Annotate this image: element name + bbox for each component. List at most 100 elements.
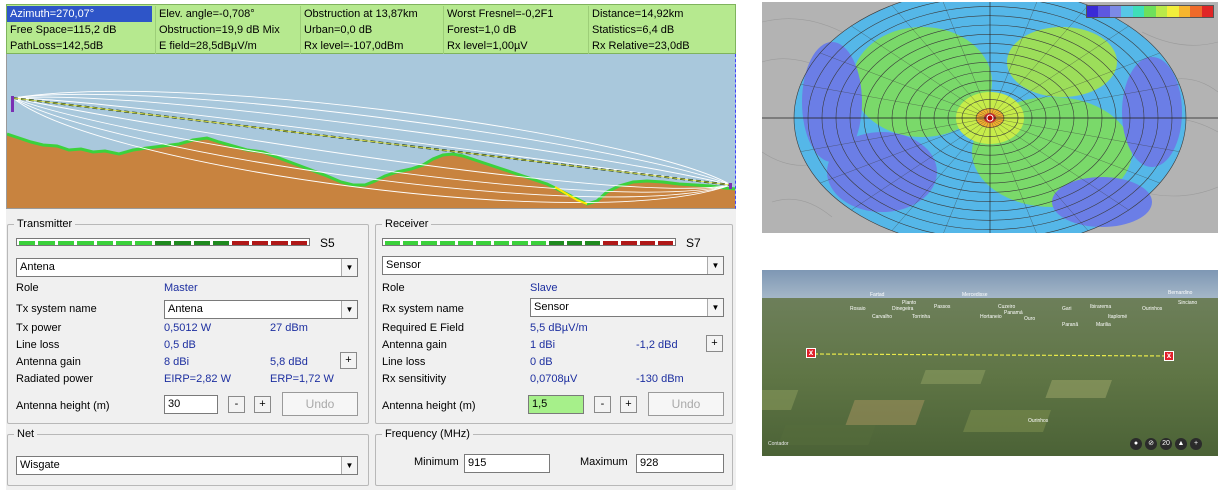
signal-segment [603,241,619,245]
frequency-legend: Frequency (MHz) [385,428,470,440]
tx-role-label: Role [16,282,39,294]
rx-sensitivity-dbm: -130 dBm [636,373,684,385]
rx-gain-dbd: -1,2 dBd [636,339,678,351]
terrain-3d-view[interactable]: Fartad Mercedisse Planto Rosaio Dinegeira Pas… [762,270,1218,456]
city-label: Marilia [1096,322,1111,328]
city-label: Itaplomé [1108,314,1128,320]
tx-antenna-mast [11,96,14,112]
rx-height-plus-button[interactable]: + [620,396,637,413]
rx-height-input[interactable]: 1,5 [528,395,584,414]
tx-height-input[interactable]: 30 [164,395,218,414]
legend-swatch [1121,6,1133,17]
chevron-down-icon[interactable]: ▼ [341,457,357,474]
chevron-down-icon[interactable]: ▼ [707,257,723,274]
elevation-profile[interactable] [6,54,736,209]
legend-swatch [1178,6,1191,17]
legend-swatch [1155,6,1168,17]
rx-role-value: Slave [530,282,558,294]
rx-signal-label: S7 [686,236,701,250]
azimuth-readout[interactable]: Azimuth=270,07° [7,6,152,22]
signal-segment [174,241,191,245]
signal-segment [657,241,673,245]
legend-swatch [1167,6,1179,17]
signal-segment [193,241,211,245]
tx-line-loss-label: Line loss [16,339,60,351]
zoom-level[interactable]: 20 [1160,438,1172,450]
signal-segment [548,241,564,245]
city-label: Torrinha [912,314,931,320]
signal-segment [96,241,114,245]
tx-system-select[interactable]: Antena ▼ [164,300,358,319]
tilt-icon[interactable]: ▲ [1175,438,1187,450]
city-label: Ourinhos [1142,306,1163,312]
rx-level-dbm-readout: Rx level=-107,0dBm [300,38,443,54]
net-select[interactable]: Wisgate ▼ [16,456,358,475]
sky [762,270,1218,300]
add-icon[interactable]: + [1190,438,1202,450]
signal-segment [530,241,546,245]
signal-segment [494,241,510,245]
distance-readout: Distance=14,92km [588,6,737,22]
statistics-readout: Statistics=6,4 dB [588,22,737,38]
coverage-map[interactable] [762,2,1218,233]
tx-power-dbm: 27 dBm [270,322,308,334]
city-label: Bernardino [1168,290,1193,296]
tx-gain-dbd: 5,8 dBd [270,356,308,368]
urban-readout: Urban=0,0 dB [300,22,443,38]
tx-gain-label: Antenna gain [16,356,81,368]
net-legend: Net [17,428,35,440]
tx-system-value: Antena [168,303,203,315]
rx-efield-value: 5,5 dBµV/m [530,322,588,334]
tx-height-minus-button[interactable]: - [228,396,245,413]
frequency-min-input[interactable]: 915 [464,454,550,473]
signal-segment [251,241,269,245]
signal-segment [385,241,401,245]
tx-station-select[interactable]: Antena ▼ [16,258,358,277]
receiver-legend: Receiver [385,218,429,230]
tx-undo-button[interactable]: Undo [282,392,358,416]
coverage-legend [1086,5,1214,18]
tx-location-marker[interactable]: x [806,348,816,358]
legend-swatch [1098,6,1110,17]
city-label: Sinciano [1178,300,1198,306]
rx-gain-dbi: 1 dBi [530,339,556,351]
city-label: Ibirarema [1090,304,1112,310]
transmitter-legend: Transmitter [17,218,73,230]
rx-efield-label: Required E Field [382,322,464,334]
chevron-down-icon[interactable]: ▼ [341,301,357,318]
signal-segment [403,241,419,245]
frequency-max-label: Maximum [580,456,628,468]
tx-gain-plus-button[interactable]: + [340,352,357,369]
rx-line-loss-label: Line loss [382,356,426,368]
rx-location-marker[interactable]: x [1164,351,1174,361]
compass-icon[interactable]: ⊘ [1145,438,1157,450]
obstruction-loss-readout: Obstruction=19,9 dB Mix [155,22,300,38]
rx-system-label: Rx system name [382,303,464,315]
signal-segment [57,241,75,245]
tx-role-value: Master [164,282,198,294]
rx-system-select[interactable]: Sensor ▼ [530,298,724,317]
frequency-max-input[interactable]: 928 [636,454,724,473]
rx-station-select[interactable]: Sensor ▼ [382,256,724,275]
chevron-down-icon[interactable]: ▼ [341,259,357,276]
tx-eirp-value: EIRP=2,82 W [164,373,231,385]
tx-height-plus-button[interactable]: + [254,396,271,413]
person-icon[interactable]: ● [1130,438,1142,450]
tx-signal-meter [16,238,310,246]
chevron-down-icon[interactable]: ▼ [707,299,723,316]
signal-segment [213,241,230,245]
city-label: Fartad [870,292,885,298]
signal-segment [512,241,528,245]
tx-erp-value: ERP=1,72 W [270,373,334,385]
tx-line-loss-value: 0,5 dB [164,339,196,351]
signal-segment [116,241,133,245]
city-label: Carvalho [872,314,893,320]
signal-segment [77,241,94,245]
transmitter-site-marker [986,114,994,122]
view-footnote: Contador [768,441,789,447]
rx-height-minus-button[interactable]: - [594,396,611,413]
rx-undo-button[interactable]: Undo [648,392,724,416]
signal-segment [421,241,437,245]
rx-gain-plus-button[interactable]: + [706,335,723,352]
signal-segment [621,241,637,245]
